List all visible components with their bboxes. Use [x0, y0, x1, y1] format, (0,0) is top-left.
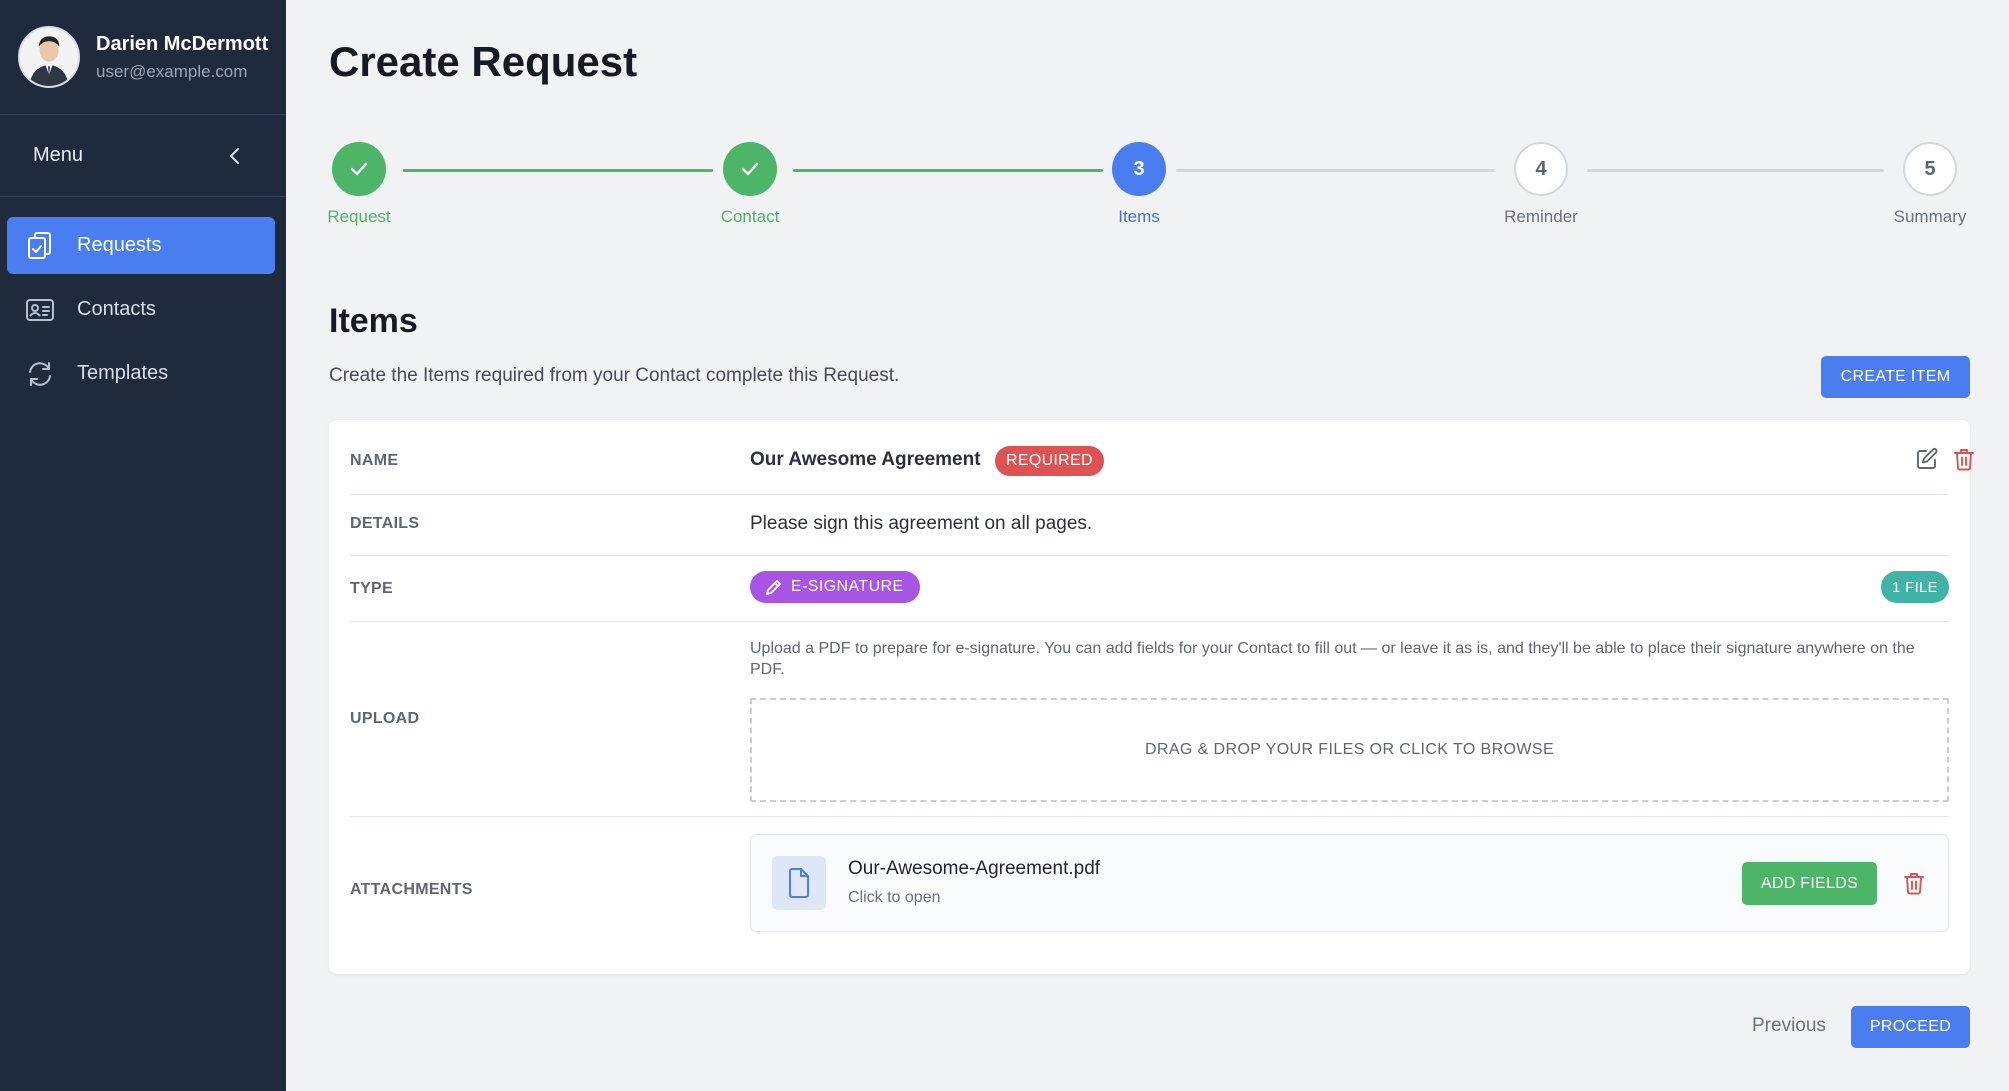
attachment-file-name[interactable]: Our-Awesome-Agreement.pdf [848, 858, 1100, 880]
step-label: Request [327, 207, 391, 226]
step-number: 4 [1514, 142, 1568, 196]
required-badge: REQUIRED [995, 446, 1104, 476]
item-type-content: E-SIGNATURE 1 FILE [750, 571, 1949, 603]
sidebar-item-requests[interactable]: Requests [7, 217, 275, 274]
e-signature-badge: E-SIGNATURE [750, 571, 920, 603]
user-name: Darien McDermott [96, 32, 269, 55]
check-icon [723, 142, 777, 196]
menu-header: Menu [0, 115, 286, 197]
sidebar-item-label: Contacts [77, 298, 156, 320]
sidebar-item-label: Requests [77, 234, 162, 256]
step-connector [793, 169, 1103, 172]
file-icon [772, 856, 826, 910]
sidebar-nav: Requests Contacts Templates [0, 197, 286, 402]
pencil-icon [765, 579, 782, 596]
item-details: Please sign this agreement on all pages. [750, 513, 1949, 535]
refresh-icon [25, 359, 55, 389]
sidebar: Darien McDermott user@example.com Menu R… [0, 0, 286, 1091]
section-description: Create the Items required from your Cont… [329, 365, 900, 386]
sidebar-item-templates[interactable]: Templates [7, 345, 275, 402]
row-label: NAME [350, 452, 399, 469]
row-label: UPLOAD [350, 710, 420, 727]
item-row-type: TYPE E-SIGNATURE 1 FILE [350, 556, 1949, 622]
item-row-upload: UPLOAD Upload a PDF to prepare for e-sig… [350, 622, 1949, 817]
item-name-content: Our Awesome Agreement REQUIRED [750, 446, 1949, 476]
step-number: 5 [1903, 142, 1957, 196]
sidebar-item-label: Templates [77, 362, 169, 384]
previous-button[interactable]: Previous [1752, 1005, 1826, 1047]
step-contact[interactable]: Contact [700, 140, 800, 227]
trash-icon[interactable] [1901, 870, 1927, 896]
user-email: user@example.com [96, 61, 248, 81]
step-connector [1587, 169, 1884, 172]
add-fields-button[interactable]: ADD FIELDS [1742, 862, 1877, 905]
upload-content: Upload a PDF to prepare for e-signature.… [750, 638, 1949, 802]
chevron-left-icon[interactable] [226, 147, 244, 165]
create-item-button[interactable]: CREATE ITEM [1821, 356, 1970, 398]
upload-hint: Upload a PDF to prepare for e-signature.… [750, 640, 1915, 678]
step-label: Items [1118, 207, 1160, 226]
user-profile[interactable]: Darien McDermott user@example.com [0, 0, 286, 115]
step-label: Contact [720, 207, 780, 226]
row-label: DETAILS [350, 515, 420, 532]
menu-label: Menu [33, 144, 84, 166]
trash-icon[interactable] [1951, 446, 1977, 472]
row-label: ATTACHMENTS [350, 881, 473, 898]
step-connector [1176, 169, 1494, 172]
step-request[interactable]: Request [309, 140, 409, 227]
attachments-content: Our-Awesome-Agreement.pdf Click to open … [750, 834, 1949, 932]
step-connector [403, 169, 713, 172]
progress-stepper: Request Contact 3 Items 4 Reminder 5 Sum… [327, 140, 1969, 230]
file-dropzone[interactable]: DRAG & DROP YOUR FILES OR CLICK TO BROWS… [750, 698, 1949, 802]
item-name: Our Awesome Agreement [750, 449, 981, 471]
main-content: Create Request Request Contact 3 Items 4… [286, 0, 2009, 1091]
item-row-details: DETAILS Please sign this agreement on al… [350, 495, 1949, 556]
item-card: NAME Our Awesome Agreement REQUIRED DETA… [329, 420, 1974, 974]
edit-icon[interactable] [1914, 446, 1940, 472]
attachment-subtext: Click to open [848, 889, 941, 906]
contact-card-icon [25, 295, 55, 325]
item-row-attachments: ATTACHMENTS Our-Awesome-Agreement.pdf Cl… [350, 817, 1949, 953]
item-row-name: NAME Our Awesome Agreement REQUIRED [350, 420, 1974, 495]
type-label: E-SIGNATURE [791, 578, 904, 595]
step-reminder[interactable]: 4 Reminder [1491, 140, 1591, 227]
step-label: Summary [1893, 207, 1967, 226]
step-items[interactable]: 3 Items [1089, 140, 1189, 227]
step-number: 3 [1112, 142, 1166, 196]
attachment-item[interactable]: Our-Awesome-Agreement.pdf Click to open … [750, 834, 1949, 932]
step-label: Reminder [1504, 207, 1578, 226]
step-summary[interactable]: 5 Summary [1880, 140, 1980, 227]
row-label: TYPE [350, 580, 393, 597]
proceed-button[interactable]: PROCEED [1851, 1006, 1970, 1048]
sidebar-item-contacts[interactable]: Contacts [7, 281, 275, 338]
file-count-badge: 1 FILE [1881, 571, 1949, 603]
details-text: Please sign this agreement on all pages. [750, 513, 1093, 534]
page-title: Create Request [329, 38, 638, 85]
section-title: Items [329, 302, 418, 340]
avatar [18, 26, 80, 88]
check-icon [332, 142, 386, 196]
clipboard-check-icon [25, 231, 55, 261]
